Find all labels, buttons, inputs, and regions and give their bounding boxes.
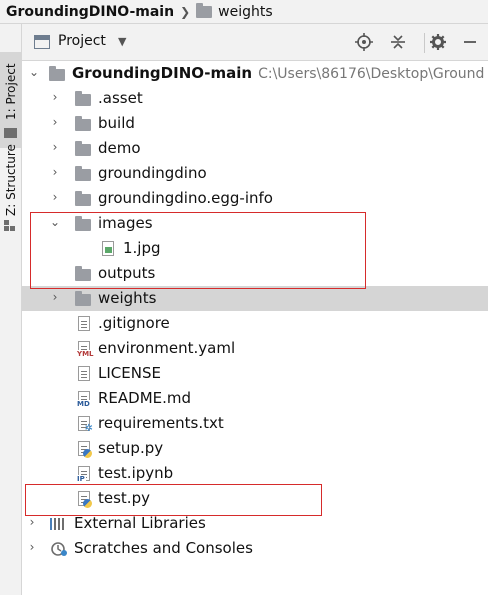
yaml-file-icon: YML xyxy=(76,341,95,358)
notebook-file-icon: IP xyxy=(76,466,90,483)
tree-item-label: requirements.txt xyxy=(98,414,224,432)
project-view-selector[interactable]: Project xyxy=(58,33,106,49)
tree-item-test-ipynb[interactable]: IP test.ipynb xyxy=(22,461,488,486)
tree-item-label: groundingdino xyxy=(98,164,207,182)
structure-icon xyxy=(4,220,16,232)
tree-item-label: External Libraries xyxy=(74,514,206,532)
chevron-right-icon[interactable]: › xyxy=(49,90,61,104)
tree-item-groundingdino[interactable]: › groundingdino xyxy=(22,161,488,186)
project-tool-label: 1: Project xyxy=(4,63,18,120)
tool-window-strip: 1: Project Z: Structure xyxy=(0,24,22,595)
chevron-right-icon[interactable]: › xyxy=(49,165,61,179)
tree-item-label: demo xyxy=(98,139,141,157)
tree-item-label: test.ipynb xyxy=(98,464,174,482)
folder-icon xyxy=(75,291,91,306)
tree-item-label: outputs xyxy=(98,264,156,282)
tree-item-label: .asset xyxy=(98,89,143,107)
minimize-icon[interactable] xyxy=(460,32,480,52)
tree-item-label: images xyxy=(98,214,153,232)
tree-item-outputs[interactable]: outputs xyxy=(22,261,488,286)
chevron-down-icon[interactable]: ⌄ xyxy=(28,65,40,79)
tree-item-label: .gitignore xyxy=(98,314,170,332)
chevron-right-icon: ❯ xyxy=(180,4,191,19)
gitignore-file-icon xyxy=(78,316,90,331)
tree-item-label: setup.py xyxy=(98,439,164,457)
gear-icon[interactable] xyxy=(428,32,448,52)
chevron-right-icon[interactable]: › xyxy=(49,290,61,304)
folder-icon xyxy=(196,2,213,18)
folder-icon xyxy=(75,116,91,131)
tree-item-license[interactable]: LICENSE xyxy=(22,361,488,386)
tree-item-egg-info[interactable]: › groundingdino.egg-info xyxy=(22,186,488,211)
root-label: GroundingDINO-main C:\Users\86176\Desktop… xyxy=(72,64,484,82)
tree-item-external-libraries[interactable]: › External Libraries xyxy=(22,511,488,536)
folder-icon xyxy=(75,141,91,156)
library-icon xyxy=(50,517,68,535)
yaml-badge: YML xyxy=(76,350,95,358)
structure-tool-button[interactable]: Z: Structure xyxy=(0,136,22,236)
tree-item-requirements[interactable]: ✲ requirements.txt xyxy=(22,411,488,436)
project-view-icon xyxy=(34,35,50,49)
root-path: C:\Users\86176\Desktop\Ground xyxy=(258,66,485,82)
tree-item-label: README.md xyxy=(98,389,192,407)
tree-item-asset[interactable]: › .asset xyxy=(22,86,488,111)
chevron-down-icon[interactable]: ▼ xyxy=(118,35,126,48)
tree-item-label: groundingdino.egg-info xyxy=(98,189,273,207)
text-file-icon xyxy=(78,366,90,381)
locate-target-icon[interactable] xyxy=(354,32,374,52)
folder-icon xyxy=(49,66,65,81)
markdown-file-icon: MD xyxy=(76,391,91,408)
project-tool-button[interactable]: 1: Project xyxy=(0,52,22,148)
breadcrumb: GroundingDINO-main ❯ weights xyxy=(0,0,488,24)
markdown-badge: MD xyxy=(76,400,91,408)
tree-item-setup-py[interactable]: setup.py xyxy=(22,436,488,461)
tree-item-weights[interactable]: › weights xyxy=(22,286,488,311)
root-name: GroundingDINO-main xyxy=(72,64,253,82)
chevron-right-icon[interactable]: › xyxy=(49,190,61,204)
tree-item-label: build xyxy=(98,114,135,132)
tree-item-build[interactable]: › build xyxy=(22,111,488,136)
tree-item-label: Scratches and Consoles xyxy=(74,539,253,557)
folder-icon xyxy=(75,191,91,206)
chevron-right-icon[interactable]: › xyxy=(49,140,61,154)
collapse-all-icon[interactable] xyxy=(388,32,408,52)
tree-item-label: weights xyxy=(98,289,157,307)
breadcrumb-root[interactable]: GroundingDINO-main xyxy=(6,4,174,20)
toolbar-separator xyxy=(424,33,425,53)
tree-item-readme[interactable]: MD README.md xyxy=(22,386,488,411)
folder-icon xyxy=(75,216,91,231)
notebook-badge: IP xyxy=(76,475,86,483)
tree-item-label: LICENSE xyxy=(98,364,161,382)
chevron-right-icon[interactable]: › xyxy=(26,515,38,529)
tree-item-label: environment.yaml xyxy=(98,339,236,357)
project-toolbar: Project ▼ xyxy=(22,24,488,61)
scratches-icon xyxy=(50,541,68,561)
python-file-icon xyxy=(78,491,92,508)
tree-item-test-py[interactable]: test.py xyxy=(22,486,488,511)
tree-item-label: 1.jpg xyxy=(123,239,161,257)
tree-item-1-jpg[interactable]: 1.jpg xyxy=(22,236,488,261)
structure-tool-label: Z: Structure xyxy=(4,144,18,216)
folder-icon xyxy=(75,266,91,281)
tree-item-demo[interactable]: › demo xyxy=(22,136,488,161)
tree-item-images[interactable]: ⌄ images xyxy=(22,211,488,236)
python-file-icon xyxy=(78,441,92,458)
tree-item-gitignore[interactable]: .gitignore xyxy=(22,311,488,336)
folder-icon xyxy=(75,91,91,106)
package-folder-icon xyxy=(75,166,91,181)
tree-root[interactable]: ⌄ GroundingDINO-main C:\Users\86176\Deskt… xyxy=(22,61,488,86)
chevron-right-icon[interactable]: › xyxy=(26,540,38,554)
chevron-down-icon[interactable]: ⌄ xyxy=(49,215,61,229)
breadcrumb-child[interactable]: weights xyxy=(218,4,273,20)
chevron-right-icon[interactable]: › xyxy=(49,115,61,129)
tree-item-environment-yaml[interactable]: YML environment.yaml xyxy=(22,336,488,361)
tree-item-scratches[interactable]: › Scratches and Consoles xyxy=(22,536,488,561)
requirements-file-icon: ✲ xyxy=(78,416,93,434)
image-file-icon xyxy=(102,241,114,256)
tree-item-label: test.py xyxy=(98,489,150,507)
